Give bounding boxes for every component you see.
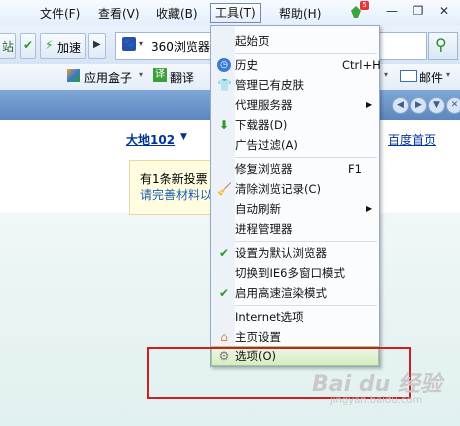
maximize-icon[interactable]: ❐ (411, 4, 425, 18)
mail-icon (400, 70, 417, 82)
menu-item-label: 广告过滤(A) (235, 138, 298, 152)
menu-item-label: 切换到IE6多窗口模式 (235, 266, 345, 280)
menu-item-label: 启用高速渲染模式 (235, 286, 327, 300)
site-label: 站 (2, 40, 15, 54)
baidu-home-link[interactable]: 百度首页 (388, 131, 436, 148)
menu-item-skins[interactable]: 👕 管理已有皮肤 (211, 75, 379, 95)
menu-item-label: 管理已有皮肤 (235, 78, 304, 92)
watermark-url: jingyan.baidu.com (330, 395, 423, 406)
fav-app-box[interactable]: 应用盒子 (84, 69, 132, 86)
menu-item-label: Internet选项 (235, 310, 304, 324)
menu-item-label: 主页设置 (235, 330, 281, 344)
menu-item-fast-render[interactable]: ✔ 启用高速渲染模式 (211, 283, 379, 303)
notification-badge: 5 (360, 1, 369, 10)
user-link[interactable]: 大地102 (126, 131, 175, 148)
notification-popup: 有1条新投票 请完善材料以 (129, 160, 223, 215)
menu-favorites[interactable]: 收藏(B) (156, 5, 198, 22)
menu-item-label: 设置为默认浏览器 (235, 246, 327, 260)
menu-item-label: 修复浏览器 (235, 162, 293, 176)
menu-item-default-browser[interactable]: ✔ 设置为默认浏览器 (211, 243, 379, 263)
shirt-icon: 👕 (217, 78, 232, 92)
menu-item-ad-filter[interactable]: 广告过滤(A) (211, 135, 379, 155)
menu-item-label: 下载器(D) (235, 118, 288, 132)
submenu-arrow-icon: ▶ (366, 100, 373, 109)
check-icon: ✔ (23, 38, 34, 52)
menu-item-shortcut: Ctrl+H (342, 58, 381, 72)
scroll-right-icon[interactable]: ▶ (410, 97, 427, 114)
menu-item-repair[interactable]: 修复浏览器 F1 (211, 159, 379, 179)
menu-item-clear-history[interactable]: 🧹 清除浏览记录(C) (211, 179, 379, 199)
chevron-down-icon[interactable]: ▾ (139, 39, 143, 48)
menu-item-label: 清除浏览记录(C) (235, 182, 322, 196)
chevron-down-icon[interactable]: ▾ (384, 70, 388, 79)
search-input-text[interactable]: 360浏览器 (151, 38, 210, 55)
translate-icon: 译 (153, 68, 167, 82)
menu-file[interactable]: 文件(F) (40, 5, 80, 22)
play-icon: ▶ (93, 39, 101, 50)
chevron-down-icon[interactable]: ▼ (180, 132, 187, 142)
menu-item-label: 历史 (235, 58, 258, 72)
menu-separator (235, 157, 377, 158)
watermark-logo: Bai du 经验 (312, 372, 442, 397)
menu-separator (235, 241, 377, 242)
lightning-icon: ⚡ (45, 38, 54, 52)
menu-item-label: 进程管理器 (235, 222, 293, 236)
broom-icon: 🧹 (217, 182, 232, 196)
menu-item-label: 代理服务器 (235, 98, 293, 112)
tab-list-icon[interactable]: ▼ (428, 97, 445, 114)
menu-separator (235, 53, 377, 54)
menu-item-proxy[interactable]: 代理服务器 ▶ (211, 95, 379, 115)
check-icon: ✔ (218, 286, 230, 300)
menu-item-process-manager[interactable]: 进程管理器 (211, 219, 379, 239)
close-icon[interactable]: ✕ (437, 4, 451, 18)
search-engine-icon[interactable]: 🐾 (122, 37, 136, 51)
close-tab-icon[interactable]: ✕ (446, 97, 460, 114)
menu-separator (235, 305, 377, 306)
speedup-button[interactable]: ⚡ 加速 (40, 33, 86, 59)
check-icon: ✔ (218, 246, 230, 260)
menu-item-downloader[interactable]: ⬇ 下载器(D) (211, 115, 379, 135)
minimize-icon[interactable]: — (385, 4, 399, 18)
menu-view[interactable]: 查看(V) (98, 5, 140, 22)
submenu-arrow-icon: ▶ (366, 204, 373, 213)
clock-icon: ◷ (217, 58, 231, 72)
popup-line2[interactable]: 请完善材料以 (140, 186, 212, 203)
menu-item-internet-options[interactable]: Internet选项 (211, 307, 379, 327)
fav-translate[interactable]: 翻译 (170, 69, 194, 86)
site-button[interactable]: 站 (0, 33, 16, 59)
check-button[interactable]: ✔ (20, 33, 36, 59)
menu-help[interactable]: 帮助(H) (279, 5, 321, 22)
menu-item-homepage-settings[interactable]: ⌂ 主页设置 (211, 327, 379, 347)
fav-mail[interactable]: 邮件 (419, 69, 443, 86)
menu-item-start-page[interactable]: 起始页 (211, 31, 379, 51)
chevron-down-icon[interactable]: ▾ (446, 70, 450, 79)
search-icon: ⚲ (435, 35, 447, 54)
menu-item-history[interactable]: ◷ 历史 Ctrl+H (211, 55, 381, 75)
forward-button[interactable]: ▶ (88, 33, 106, 59)
menu-bar: 文件(F) 查看(V) 收藏(B) 工具(T) 帮助(H) 5 — ❐ ✕ (0, 0, 460, 26)
download-icon: ⬇ (218, 118, 230, 132)
app-box-icon (67, 69, 80, 82)
scroll-left-icon[interactable]: ◀ (392, 97, 409, 114)
popup-line1: 有1条新投票 (140, 172, 208, 186)
menu-item-ie6-mode[interactable]: 切换到IE6多窗口模式 (211, 263, 379, 283)
home-icon: ⌂ (220, 330, 228, 344)
menu-tools[interactable]: 工具(T) (210, 3, 261, 23)
menu-item-auto-refresh[interactable]: 自动刷新 ▶ (211, 199, 379, 219)
search-button[interactable]: ⚲ (428, 32, 458, 60)
speedup-label: 加速 (57, 41, 82, 55)
chevron-down-icon[interactable]: ▾ (139, 70, 143, 79)
menu-item-label: 起始页 (235, 34, 270, 48)
menu-item-label: 自动刷新 (235, 202, 281, 216)
menu-item-shortcut: F1 (348, 162, 362, 176)
tools-menu: 起始页 ◷ 历史 Ctrl+H 👕 管理已有皮肤 代理服务器 ▶ ⬇ 下载器(D… (210, 25, 381, 367)
